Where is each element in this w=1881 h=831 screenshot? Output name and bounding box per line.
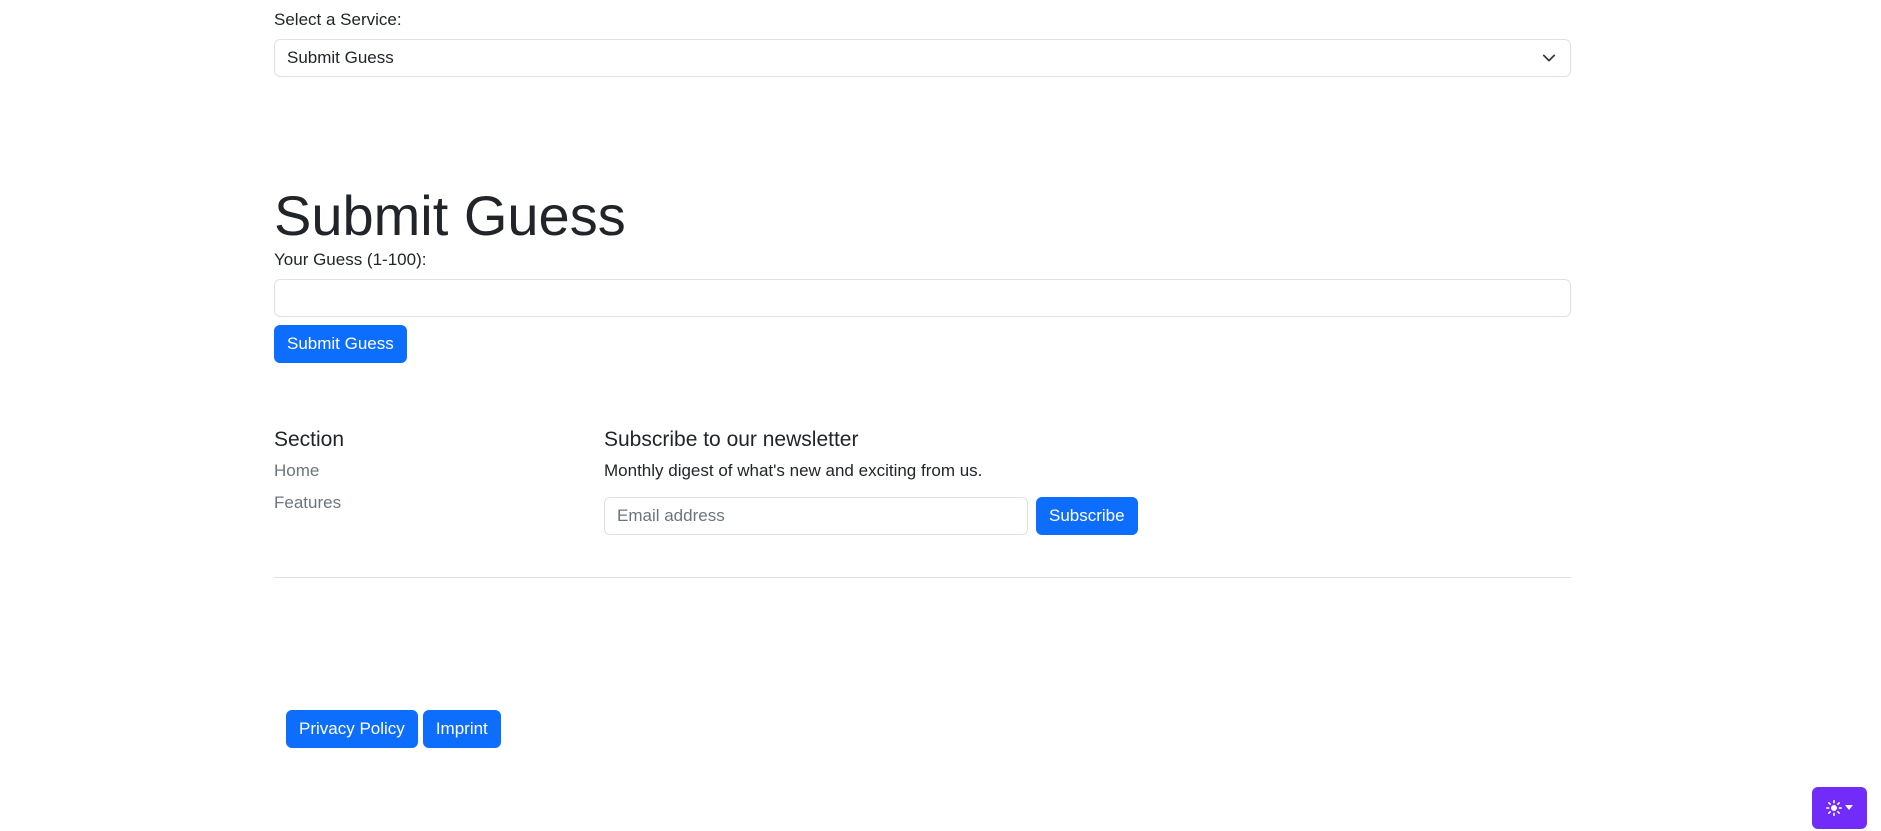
guess-label: Your Guess (1-100): xyxy=(274,250,427,269)
caret-down-icon xyxy=(1845,805,1853,810)
email-input[interactable] xyxy=(604,497,1028,535)
theme-toggle-button[interactable] xyxy=(1812,787,1867,829)
service-select[interactable]: Submit Guess xyxy=(274,39,1571,77)
imprint-button[interactable]: Imprint xyxy=(422,710,501,748)
submit-guess-button[interactable]: Submit Guess xyxy=(274,325,407,363)
privacy-policy-button[interactable]: Privacy Policy xyxy=(286,710,418,748)
page-title: Submit Guess xyxy=(274,184,626,247)
sun-icon xyxy=(1826,800,1842,816)
footer-section: Section Home Features xyxy=(274,428,344,524)
footer-divider xyxy=(274,577,1571,578)
footer-link-home[interactable]: Home xyxy=(274,460,344,482)
footer-link-features[interactable]: Features xyxy=(274,492,344,514)
subscribe-button[interactable]: Subscribe xyxy=(1036,497,1138,535)
footer-bottom-links: Privacy Policy Imprint xyxy=(286,710,501,748)
service-select-value: Submit Guess xyxy=(287,48,394,67)
section-title: Section xyxy=(274,428,345,451)
newsletter-description: Monthly digest of what's new and excitin… xyxy=(604,461,983,480)
chevron-down-icon xyxy=(1542,54,1556,62)
service-select-label: Select a Service: xyxy=(274,10,402,29)
guess-input[interactable] xyxy=(274,279,1571,317)
newsletter-title: Subscribe to our newsletter xyxy=(604,428,859,451)
newsletter: Subscribe to our newsletter Monthly dige… xyxy=(604,428,1138,535)
newsletter-form: Subscribe xyxy=(604,497,1138,535)
